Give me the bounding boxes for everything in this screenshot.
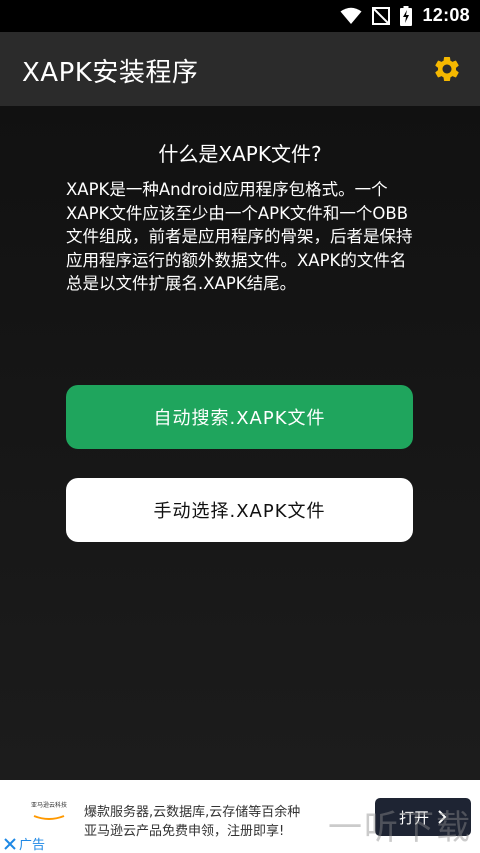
status-icons: 12:08: [340, 5, 470, 26]
ad-tag-label: 广告: [19, 838, 46, 853]
ad-logo: 亚马逊云科技: [24, 800, 74, 824]
watermark: 一听下载: [328, 808, 472, 848]
status-time: 12:08: [422, 5, 470, 25]
close-icon[interactable]: [4, 837, 16, 850]
ad-tag[interactable]: 广告: [4, 834, 45, 853]
auto-search-button[interactable]: 自动搜索.XAPK文件: [66, 385, 413, 449]
wifi-icon: [340, 7, 362, 24]
gear-icon: [435, 56, 459, 81]
heading: 什么是XAPK文件?: [158, 142, 322, 166]
no-signal-icon: [372, 6, 391, 25]
settings-button[interactable]: [432, 54, 462, 84]
status-bar: 12:08: [0, 0, 480, 32]
ad-text-line1: 爆款服务器,云数据库,云存储等百余种: [84, 805, 301, 820]
ad-logo-text: 亚马逊云科技: [30, 802, 67, 809]
app-bar: XAPK安装程序: [0, 32, 480, 106]
description: XAPK是一种Android应用程序包格式。一个XAPK文件应该至少由一个APK…: [66, 180, 413, 293]
manual-select-button[interactable]: 手动选择.XAPK文件: [66, 478, 413, 542]
battery-charging-icon: [400, 5, 413, 26]
app-title: XAPK安装程序: [22, 58, 199, 88]
ad-text-line2: 亚马逊云产品免费申领，注册即享!: [84, 824, 285, 839]
